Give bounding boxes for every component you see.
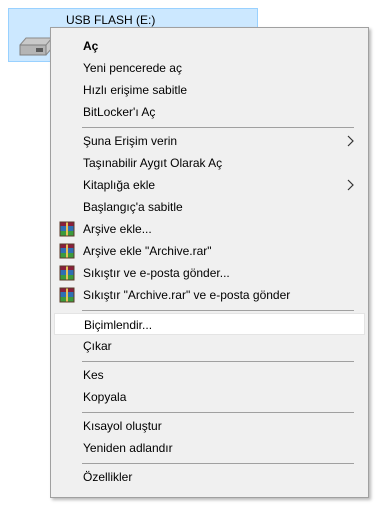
menu-item-label: Kitaplığa ekle — [83, 178, 156, 192]
menu-item-label: Sıkıştır ve e-posta gönder... — [83, 266, 230, 280]
menu-item-bitlocker[interactable]: BitLocker'ı Aç — [54, 101, 365, 123]
menu-item-pin-quick-access[interactable]: Hızlı erişime sabitle — [54, 79, 365, 101]
menu-item-give-access[interactable]: Şuna Erişim verin — [54, 130, 365, 152]
menu-item-add-to-archive-rar[interactable]: Arşive ekle "Archive.rar" — [54, 240, 365, 262]
menu-item-open[interactable]: Aç — [54, 35, 365, 57]
chevron-right-icon — [347, 135, 354, 147]
menu-item-create-shortcut[interactable]: Kısayol oluştur — [54, 415, 365, 437]
menu-item-label: Arşive ekle... — [83, 222, 152, 236]
menu-item-eject[interactable]: Çıkar — [54, 335, 365, 357]
drive-label: USB FLASH (E:) — [66, 13, 156, 27]
menu-item-label: Kopyala — [83, 390, 127, 404]
menu-item-compress-rar-and-email[interactable]: Sıkıştır "Archive.rar" ve e-posta gönder — [54, 284, 365, 306]
menu-separator — [82, 361, 354, 362]
menu-item-label: Özellikler — [83, 470, 133, 484]
menu-item-label: Başlangıç'a sabitle — [83, 200, 183, 214]
menu-separator — [82, 310, 354, 311]
menu-item-include-in-library[interactable]: Kitaplığa ekle — [54, 174, 365, 196]
menu-item-label: BitLocker'ı Aç — [83, 105, 156, 119]
chevron-right-icon — [347, 179, 354, 191]
usb-drive-icon — [19, 37, 53, 56]
menu-item-label: Biçimlendir... — [84, 318, 153, 332]
menu-item-label: Yeni pencerede aç — [83, 61, 182, 75]
menu-item-add-to-archive[interactable]: Arşive ekle... — [54, 218, 365, 240]
menu-item-label: Arşive ekle "Archive.rar" — [83, 244, 212, 258]
menu-item-pin-to-start[interactable]: Başlangıç'a sabitle — [54, 196, 365, 218]
menu-item-label: Kes — [83, 368, 104, 382]
menu-item-copy[interactable]: Kopyala — [54, 386, 365, 408]
menu-separator — [82, 463, 354, 464]
menu-item-open-as-portable[interactable]: Taşınabilir Aygıt Olarak Aç — [54, 152, 365, 174]
menu-item-label: Hızlı erişime sabitle — [83, 83, 188, 97]
context-menu: Aç Yeni pencerede aç Hızlı erişime sabit… — [50, 27, 369, 498]
winrar-icon — [59, 243, 75, 259]
menu-item-compress-and-email[interactable]: Sıkıştır ve e-posta gönder... — [54, 262, 365, 284]
menu-item-label: Yeniden adlandır — [83, 441, 173, 455]
menu-item-rename[interactable]: Yeniden adlandır — [54, 437, 365, 459]
menu-item-format[interactable]: Biçimlendir... — [54, 313, 365, 335]
menu-item-label: Şuna Erişim verin — [83, 134, 178, 148]
winrar-icon — [59, 221, 75, 237]
menu-item-open-new-window[interactable]: Yeni pencerede aç — [54, 57, 365, 79]
menu-item-properties[interactable]: Özellikler — [54, 466, 365, 488]
menu-item-label: Kısayol oluştur — [83, 419, 162, 433]
menu-separator — [82, 412, 354, 413]
menu-item-label: Sıkıştır "Archive.rar" ve e-posta gönder — [83, 288, 291, 302]
menu-item-label: Taşınabilir Aygıt Olarak Aç — [83, 156, 223, 170]
menu-item-cut[interactable]: Kes — [54, 364, 365, 386]
winrar-icon — [59, 287, 75, 303]
menu-separator — [82, 127, 354, 128]
menu-item-label: Çıkar — [83, 339, 112, 353]
menu-item-label: Aç — [83, 39, 99, 53]
winrar-icon — [59, 265, 75, 281]
